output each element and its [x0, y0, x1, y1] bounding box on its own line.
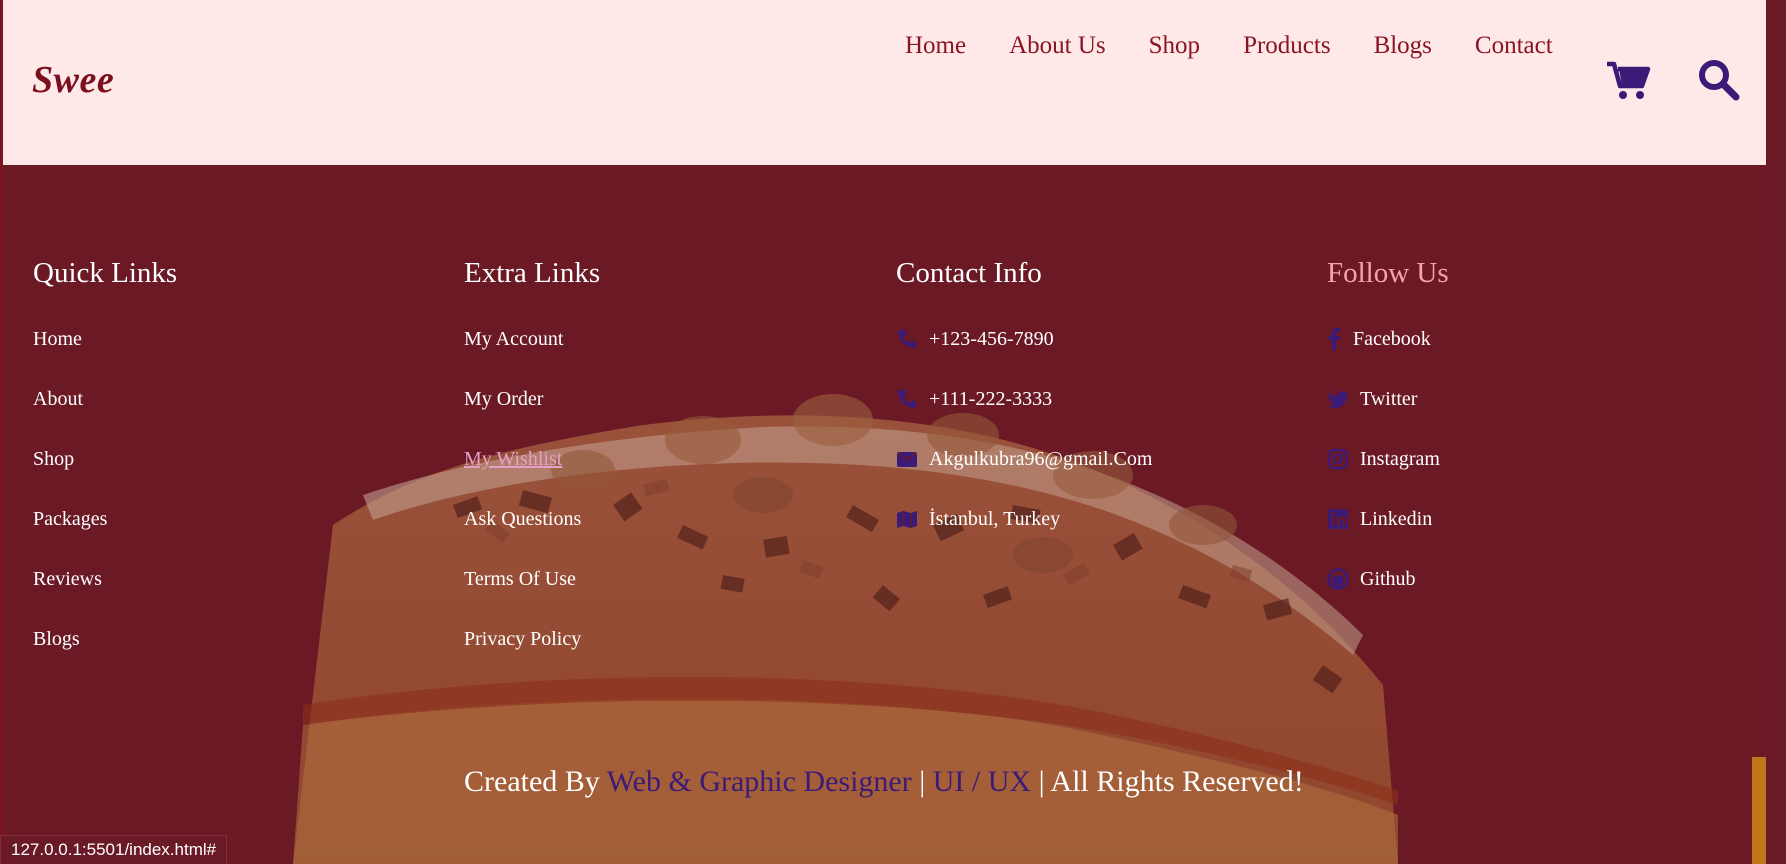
quick-links-list: Home About Shop Packages Reviews Blogs — [33, 328, 177, 688]
page: Swee Home About Us Shop Products Blogs C… — [0, 0, 1786, 864]
copyright-credit: Created By Web & Graphic Designer | UI /… — [464, 765, 1304, 799]
main-nav: Home About Us Shop Products Blogs Contac… — [905, 32, 1553, 60]
quick-link-packages[interactable]: Packages — [33, 508, 107, 531]
social-github[interactable]: Github — [1360, 568, 1416, 591]
extra-link-ask-questions[interactable]: Ask Questions — [464, 508, 581, 531]
list-item: Facebook — [1327, 328, 1449, 388]
github-icon — [1327, 568, 1349, 590]
extra-link-my-wishlist[interactable]: My Wishlist — [464, 448, 562, 471]
social-twitter[interactable]: Twitter — [1360, 388, 1417, 411]
contact-address[interactable]: İstanbul, Turkey — [929, 508, 1060, 531]
list-item: About — [33, 388, 177, 448]
list-item: Instagram — [1327, 448, 1449, 508]
map-icon — [896, 508, 918, 530]
list-item: Linkedin — [1327, 508, 1449, 568]
extra-link-my-account[interactable]: My Account — [464, 328, 563, 351]
credit-uiux-link[interactable]: UI / UX — [933, 765, 1031, 798]
facebook-icon — [1327, 328, 1341, 350]
follow-us-list: Facebook Twitter Instagram Linkedin Gith… — [1327, 328, 1449, 628]
contact-phone-2[interactable]: +111-222-3333 — [929, 388, 1052, 411]
list-item: Terms Of Use — [464, 568, 600, 628]
social-instagram[interactable]: Instagram — [1360, 448, 1440, 471]
quick-link-blogs[interactable]: Blogs — [33, 628, 80, 651]
list-item: Packages — [33, 508, 177, 568]
extra-link-terms-of-use[interactable]: Terms Of Use — [464, 568, 576, 591]
contact-phone-1[interactable]: +123-456-7890 — [929, 328, 1054, 351]
list-item: Ask Questions — [464, 508, 600, 568]
list-item: Github — [1327, 568, 1449, 628]
list-item: Home — [33, 328, 177, 388]
nav-products[interactable]: Products — [1243, 32, 1331, 60]
follow-us-title: Follow Us — [1327, 257, 1449, 289]
list-item: My Account — [464, 328, 600, 388]
quick-link-reviews[interactable]: Reviews — [33, 568, 102, 591]
quick-link-shop[interactable]: Shop — [33, 448, 74, 471]
contact-info-column: Contact Info +123-456-7890 +111-222-3333 — [896, 257, 1152, 568]
contact-email[interactable]: Akgulkubra96@gmail.Com — [929, 448, 1152, 471]
contact-info-title: Contact Info — [896, 257, 1042, 289]
credit-prefix: Created By — [464, 765, 607, 798]
follow-us-column: Follow Us Facebook Twitter Instagram Lin… — [1327, 257, 1449, 628]
quick-link-about[interactable]: About — [33, 388, 83, 411]
extra-link-my-order[interactable]: My Order — [464, 388, 543, 411]
site-header: Swee Home About Us Shop Products Blogs C… — [3, 0, 1766, 165]
site-footer: Quick Links Home About Shop Packages Rev… — [3, 165, 1766, 864]
nav-contact[interactable]: Contact — [1475, 32, 1553, 60]
nav-shop[interactable]: Shop — [1149, 32, 1200, 60]
extra-links-column: Extra Links My Account My Order My Wishl… — [464, 257, 600, 688]
list-item: Twitter — [1327, 388, 1449, 448]
list-item: +111-222-3333 — [896, 388, 1152, 448]
scrollbar-thumb[interactable] — [1752, 757, 1766, 864]
credit-designer-link[interactable]: Web & Graphic Designer — [607, 765, 912, 798]
phone-icon — [896, 388, 918, 410]
cart-icon[interactable] — [1605, 58, 1651, 104]
twitter-icon — [1327, 388, 1349, 410]
site-logo[interactable]: Swee — [32, 58, 114, 102]
search-icon[interactable] — [1697, 58, 1741, 102]
list-item: Privacy Policy — [464, 628, 600, 688]
quick-links-title: Quick Links — [33, 257, 178, 289]
scrollbar-track[interactable] — [1766, 0, 1786, 864]
social-linkedin[interactable]: Linkedin — [1360, 508, 1432, 531]
credit-separator: | — [911, 765, 933, 798]
footer-content: Quick Links Home About Shop Packages Rev… — [3, 165, 1766, 864]
extra-links-list: My Account My Order My Wishlist Ask Ques… — [464, 328, 600, 688]
list-item: Reviews — [33, 568, 177, 628]
list-item: +123-456-7890 — [896, 328, 1152, 388]
browser-status-url: 127.0.0.1:5501/index.html# — [0, 835, 228, 864]
extra-links-title: Extra Links — [464, 257, 601, 289]
credit-suffix: | All Rights Reserved! — [1031, 765, 1304, 798]
contact-info-list: +123-456-7890 +111-222-3333 Akgulkubra96… — [896, 328, 1152, 568]
left-border — [0, 0, 3, 864]
quick-link-home[interactable]: Home — [33, 328, 82, 351]
envelope-icon — [896, 448, 918, 470]
list-item: My Order — [464, 388, 600, 448]
extra-link-privacy-policy[interactable]: Privacy Policy — [464, 628, 581, 651]
list-item: My Wishlist — [464, 448, 600, 508]
list-item: Akgulkubra96@gmail.Com — [896, 448, 1152, 508]
list-item: Shop — [33, 448, 177, 508]
nav-blogs[interactable]: Blogs — [1374, 32, 1432, 60]
list-item: Blogs — [33, 628, 177, 688]
social-facebook[interactable]: Facebook — [1353, 328, 1431, 351]
quick-links-column: Quick Links Home About Shop Packages Rev… — [33, 257, 177, 688]
nav-about-us[interactable]: About Us — [1009, 32, 1106, 60]
phone-icon — [896, 328, 918, 350]
nav-home[interactable]: Home — [905, 32, 966, 60]
list-item: İstanbul, Turkey — [896, 508, 1152, 568]
instagram-icon — [1327, 448, 1349, 470]
linkedin-icon — [1327, 508, 1349, 530]
